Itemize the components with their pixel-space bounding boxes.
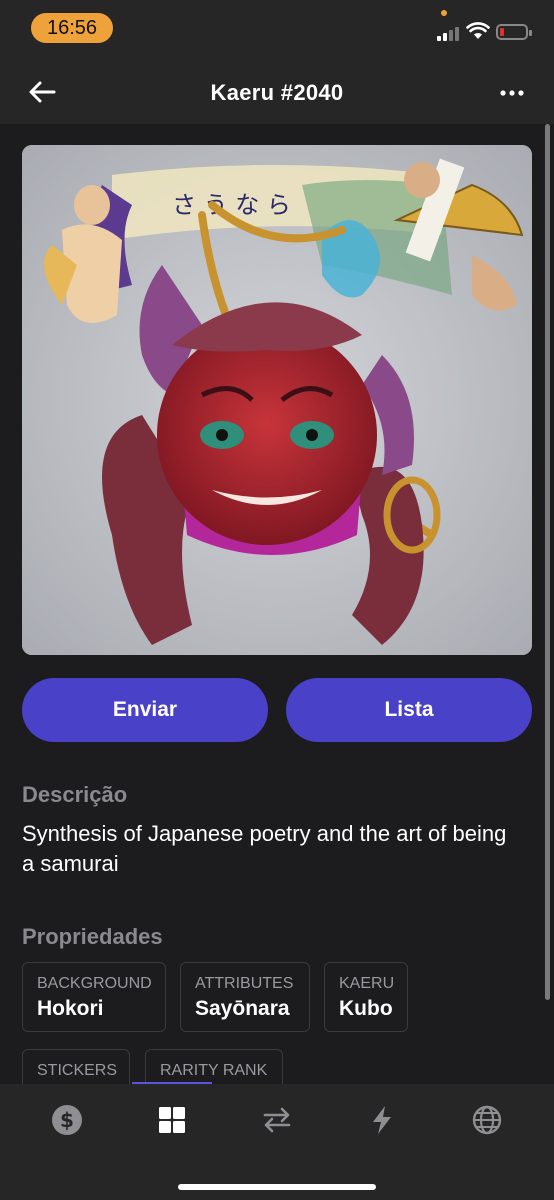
list-button[interactable]: Lista <box>286 678 532 742</box>
status-time: 16:56 <box>31 13 113 43</box>
description-text: Synthesis of Japanese poetry and the art… <box>22 821 507 876</box>
send-button[interactable]: Enviar <box>22 678 268 742</box>
tab-wallet[interactable]: $ <box>12 1084 122 1158</box>
lightning-icon <box>373 1106 391 1134</box>
property-value: Sayōnara <box>195 997 290 1020</box>
property-key: BACKGROUND <box>37 975 152 992</box>
page-title: Kaeru #2040 <box>210 80 344 105</box>
bottom-tab-bar: $ <box>0 1084 554 1200</box>
property-key: RARITY RANK <box>160 1062 268 1079</box>
nft-detail-content[interactable]: さ う な ら Enviar Lista Descrição Synthesis… <box>0 124 554 1084</box>
tab-activity[interactable] <box>327 1084 437 1158</box>
dollar-coin-icon: $ <box>52 1105 82 1135</box>
tab-browser[interactable] <box>432 1084 542 1158</box>
mic-indicator-dot <box>441 10 447 16</box>
property-key: STICKERS <box>37 1062 118 1079</box>
nav-header: Kaeru #2040 <box>0 60 554 124</box>
status-bar: 16:56 <box>0 0 554 60</box>
property-kaeru: KAERU Kubo <box>324 962 408 1032</box>
wifi-icon <box>466 22 490 39</box>
property-attributes: ATTRIBUTES Sayōnara <box>180 962 310 1032</box>
property-value: Kubo <box>339 997 393 1020</box>
property-stickers: STICKERS <box>22 1049 130 1084</box>
home-indicator[interactable] <box>178 1184 376 1190</box>
nft-artwork-image: さ う な ら <box>22 145 532 655</box>
globe-icon <box>472 1105 502 1135</box>
property-background: BACKGROUND Hokori <box>22 962 166 1032</box>
battery-icon <box>496 24 532 40</box>
swap-arrows-icon <box>263 1107 291 1133</box>
property-rarity-rank: RARITY RANK <box>145 1049 283 1084</box>
tab-swap[interactable] <box>222 1084 332 1158</box>
svg-text:$: $ <box>60 1108 74 1132</box>
vertical-scrollbar[interactable] <box>545 124 550 1000</box>
more-options-icon[interactable] <box>496 84 528 102</box>
property-key: ATTRIBUTES <box>195 975 294 992</box>
properties-heading: Propriedades <box>22 924 163 949</box>
property-value: Hokori <box>37 997 104 1020</box>
property-key: KAERU <box>339 975 395 992</box>
tab-collectibles[interactable] <box>117 1084 227 1158</box>
grid-icon <box>159 1107 185 1133</box>
cellular-signal-icon <box>437 25 463 41</box>
description-heading: Descrição <box>22 782 128 807</box>
